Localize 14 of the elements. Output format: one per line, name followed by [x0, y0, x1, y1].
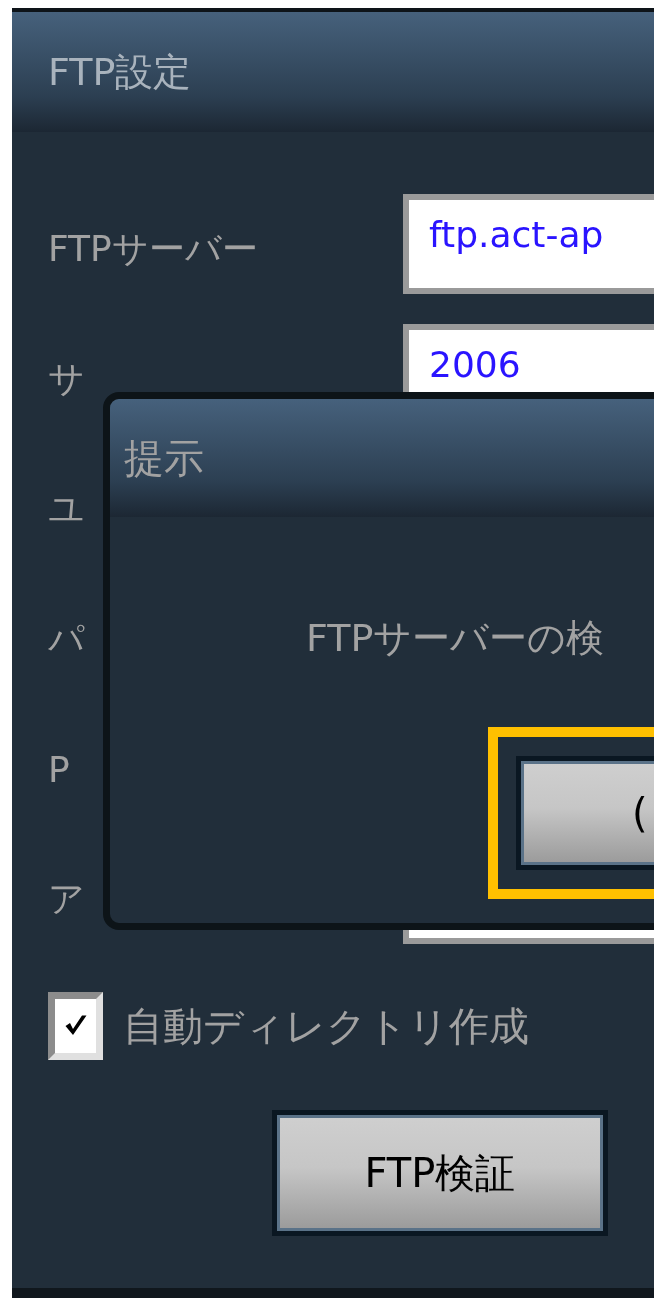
field-label: P: [48, 748, 70, 790]
field-label: サ: [48, 356, 85, 401]
field-label: ア: [48, 876, 85, 921]
field-label: パ: [48, 616, 85, 661]
checkbox-label: 自動ディレクトリ作成: [123, 1001, 529, 1051]
window-title: FTP設定: [48, 48, 192, 96]
dialog-button[interactable]: (: [516, 756, 654, 870]
field-label: FTPサーバー: [48, 226, 258, 271]
input-field[interactable]: ftp.act-ap: [403, 194, 654, 294]
field-label: ユ: [48, 486, 85, 531]
checkbox[interactable]: [48, 992, 103, 1060]
verify-button[interactable]: FTP検証: [272, 1110, 608, 1236]
dialog-message: FTPサーバーの検: [306, 615, 605, 662]
dialog-title: 提示: [124, 433, 204, 483]
